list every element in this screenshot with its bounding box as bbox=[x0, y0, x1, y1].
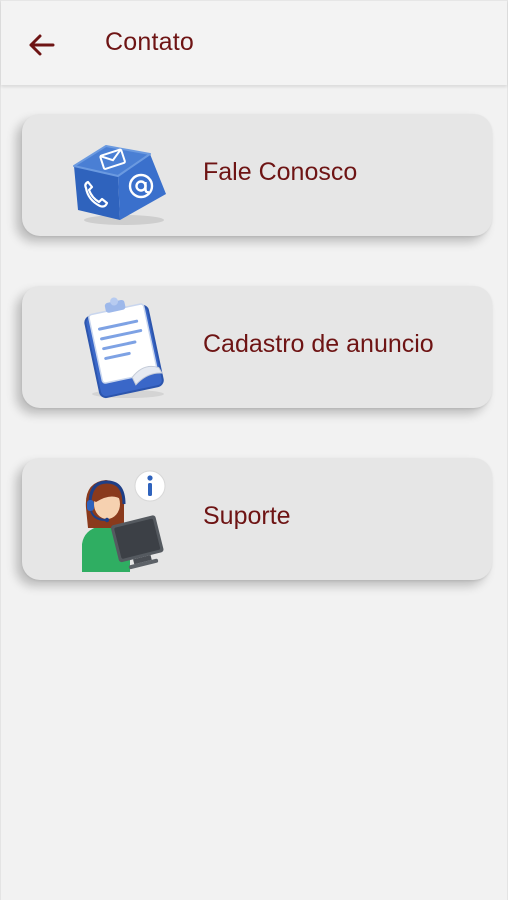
arrow-left-icon bbox=[29, 34, 55, 56]
menu-item-cadastro-de-anuncio[interactable]: Cadastro de anuncio bbox=[22, 286, 492, 408]
menu-item-suporte[interactable]: Suporte bbox=[22, 458, 492, 580]
clipboard-document-icon bbox=[66, 296, 176, 400]
app-bar: Contato bbox=[1, 0, 507, 85]
menu-item-fale-conosco[interactable]: Fale Conosco bbox=[22, 114, 492, 236]
contact-cube-icon bbox=[66, 124, 176, 228]
support-agent-icon bbox=[66, 468, 176, 572]
page-title: Contato bbox=[105, 28, 194, 56]
menu-item-label: Cadastro de anuncio bbox=[203, 330, 434, 358]
menu-item-label: Fale Conosco bbox=[203, 158, 358, 186]
contact-screen: Contato Fale Conosco Cadastro de anuncio… bbox=[0, 0, 508, 900]
back-button[interactable] bbox=[21, 25, 61, 65]
menu-item-label: Suporte bbox=[203, 502, 291, 530]
